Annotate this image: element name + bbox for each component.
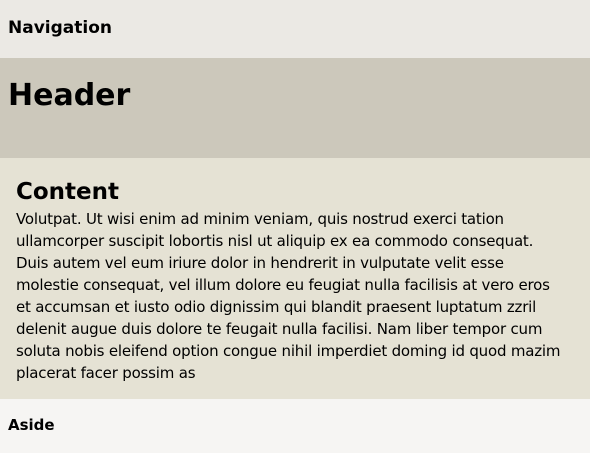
aside-title: Aside [8,416,55,434]
aside-section: Aside [0,399,590,453]
navigation-bar: Navigation [0,0,590,58]
header-title: Header [8,78,131,113]
navigation-title: Navigation [8,18,112,38]
page-header: Header [0,58,590,158]
content-section: Content Volutpat. Ut wisi enim ad minim … [0,158,590,399]
content-title: Content [16,179,120,205]
content-paragraph: Volutpat. Ut wisi enim ad minim veniam, … [16,210,561,382]
